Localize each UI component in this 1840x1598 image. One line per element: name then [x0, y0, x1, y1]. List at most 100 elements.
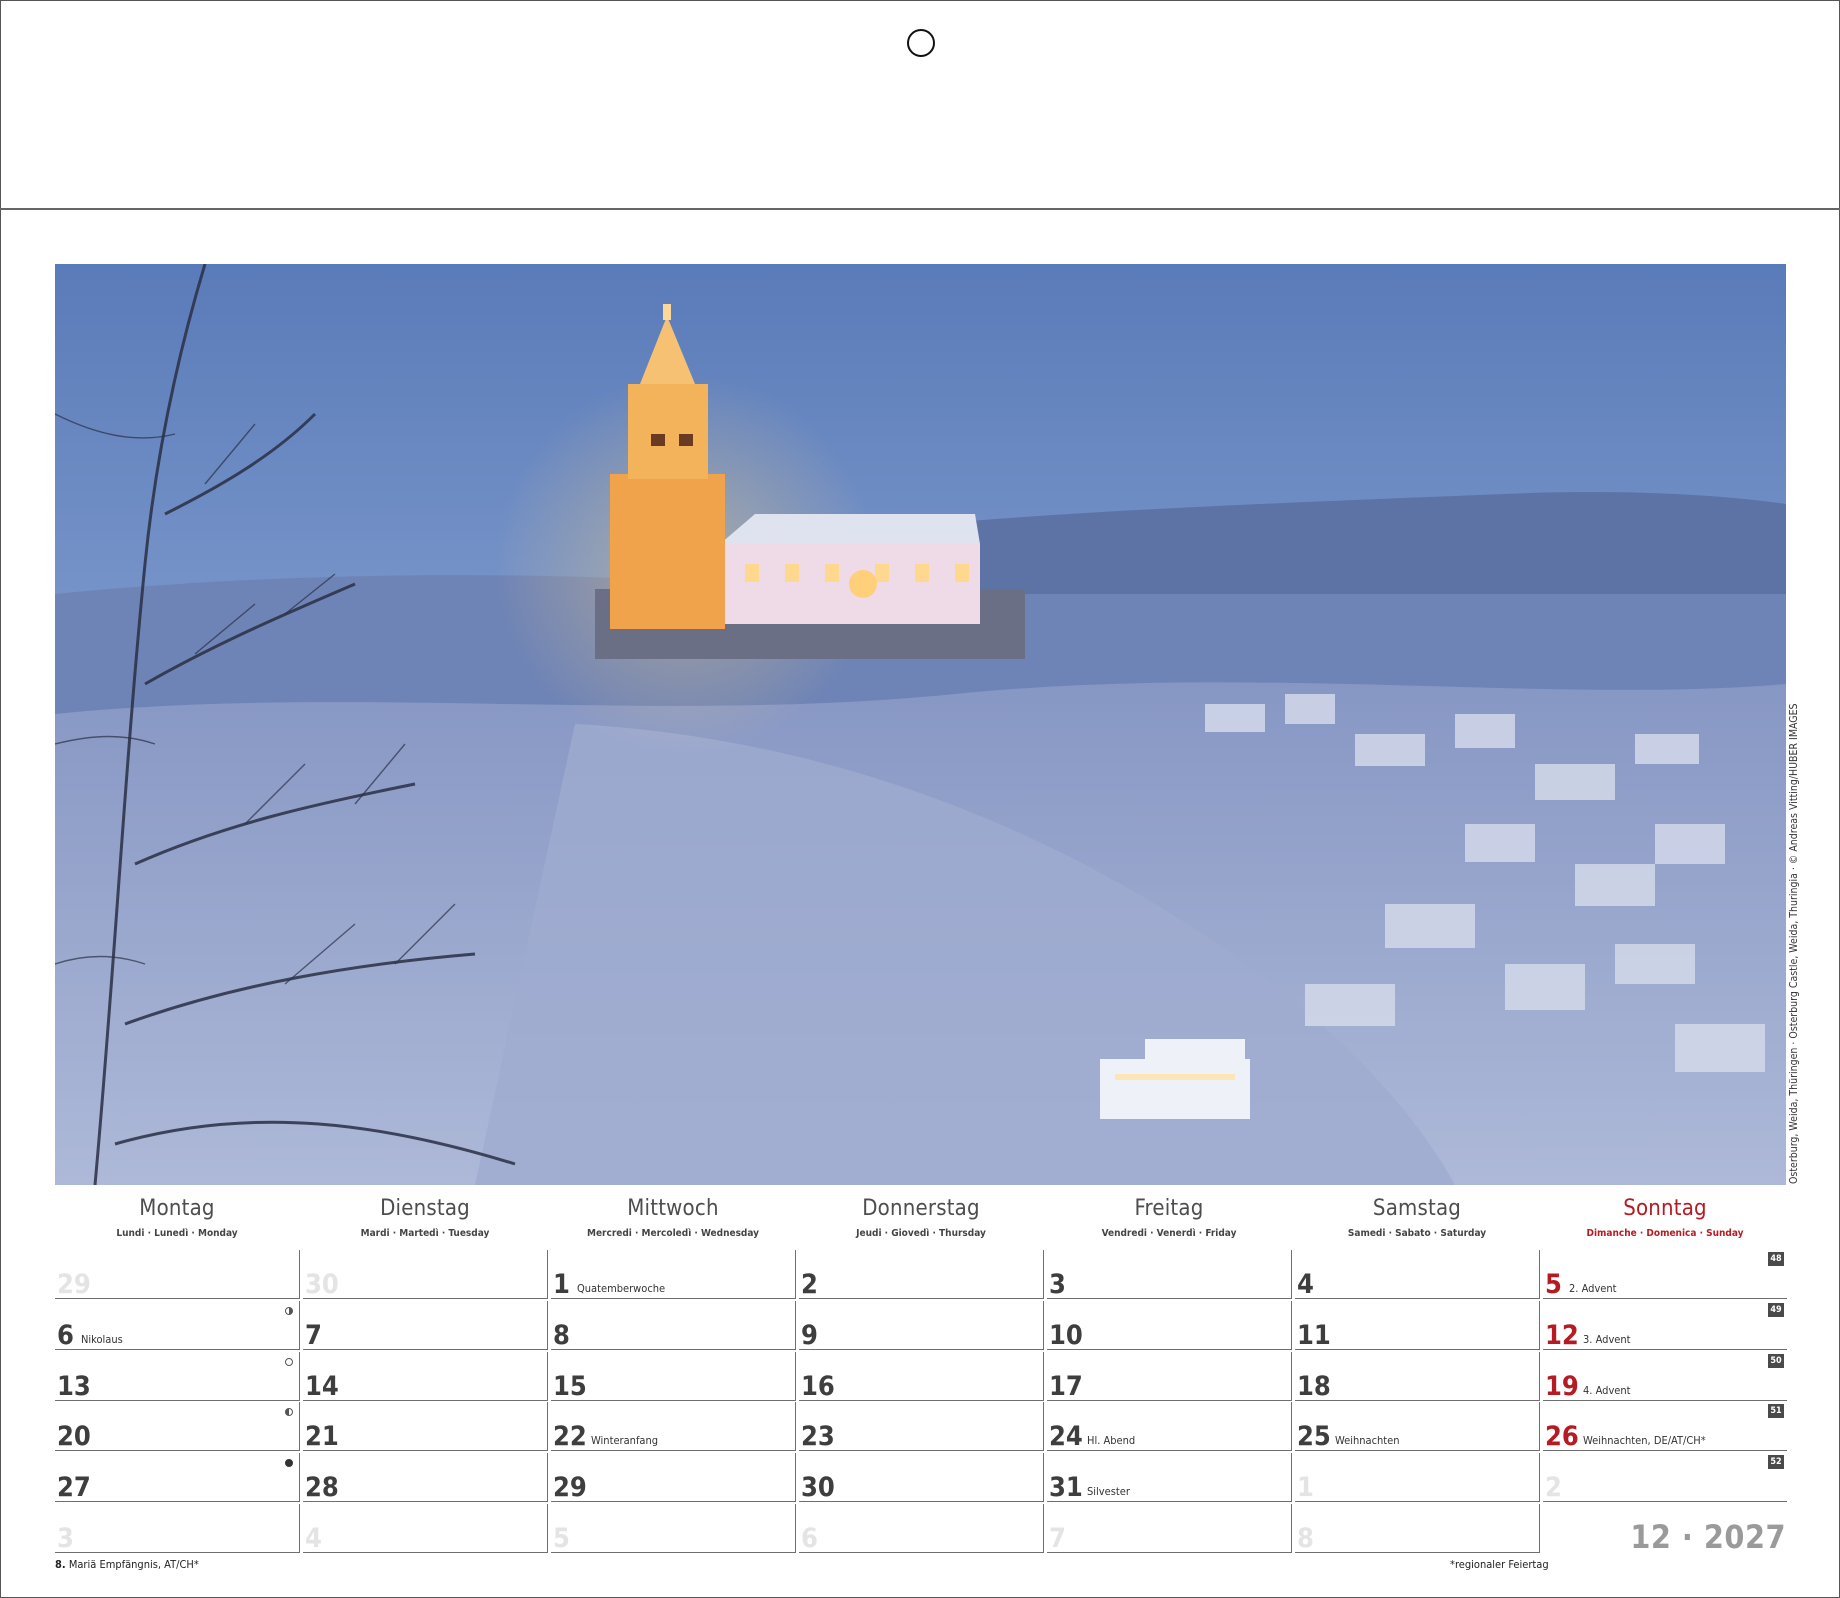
- day-note: Silvester: [1087, 1485, 1130, 1498]
- day-cell: 26 Weihnachten, DE/AT/CH* 51: [1543, 1402, 1787, 1451]
- day-number: 30: [305, 1269, 339, 1300]
- hanger-hole: [907, 29, 935, 57]
- day-number: 5: [553, 1523, 570, 1554]
- day-number: 1: [553, 1269, 570, 1300]
- day-number: 28: [305, 1472, 339, 1503]
- day-number: 6: [57, 1320, 74, 1351]
- day-cell: 6 Nikolaus: [55, 1301, 300, 1350]
- weekday-translations: Mardi · Martedì · Tuesday: [360, 1228, 490, 1239]
- footnote-holiday: 8. Mariä Empfängnis, AT/CH*: [55, 1558, 199, 1571]
- day-note: Winteranfang: [591, 1434, 659, 1447]
- day-cell: 1 Quatemberwoche: [551, 1250, 796, 1299]
- weekday-name: Sonntag: [1623, 1196, 1707, 1221]
- day-number: 25: [1297, 1421, 1331, 1452]
- day-number: 11: [1297, 1320, 1331, 1351]
- day-number: 27: [57, 1472, 91, 1503]
- day-note: 4. Advent: [1583, 1384, 1631, 1397]
- day-number: 4: [1297, 1269, 1314, 1300]
- day-cell: 7: [303, 1301, 548, 1350]
- day-note: Weihnachten, DE/AT/CH*: [1583, 1434, 1706, 1447]
- day-note: 3. Advent: [1583, 1333, 1631, 1346]
- day-number: 15: [553, 1371, 587, 1402]
- day-cell: 5 2. Advent 48: [1543, 1250, 1787, 1299]
- day-number: 12: [1545, 1320, 1579, 1351]
- photo-credit: Osterburg, Weida, Thüringen · Osterburg …: [1788, 703, 1800, 1184]
- weekday-header: Dienstag Mardi · Martedì · Tuesday: [303, 1196, 547, 1239]
- day-number: 5: [1545, 1269, 1562, 1300]
- day-cell: 28: [303, 1453, 548, 1502]
- day-cell: 9: [799, 1301, 1044, 1350]
- day-number: 7: [1049, 1523, 1066, 1554]
- day-note: Weihnachten: [1335, 1434, 1400, 1447]
- day-cell: 4: [303, 1504, 548, 1553]
- day-number: 19: [1545, 1371, 1579, 1402]
- day-number: 29: [553, 1472, 587, 1503]
- day-number: 2: [1545, 1472, 1562, 1503]
- day-number: 26: [1545, 1421, 1579, 1452]
- day-number: 3: [1049, 1269, 1066, 1300]
- month-year: 12 · 2027: [1630, 1518, 1786, 1556]
- day-number: 2: [801, 1269, 818, 1300]
- day-cell: 31 Silvester: [1047, 1453, 1292, 1502]
- day-cell: 3: [1047, 1250, 1292, 1299]
- weekday-translations: Jeudi · Giovedì · Thursday: [856, 1228, 986, 1239]
- day-number: 16: [801, 1371, 835, 1402]
- weekday-name: Mittwoch: [627, 1196, 719, 1221]
- day-cell: 10: [1047, 1301, 1292, 1350]
- winter-castle-photo: [55, 264, 1786, 1185]
- day-cell: 19 4. Advent 50: [1543, 1352, 1787, 1401]
- day-cell: 30: [799, 1453, 1044, 1502]
- week-number-badge: 48: [1768, 1252, 1784, 1266]
- weekday-name: Donnerstag: [862, 1196, 980, 1221]
- weekday-header: Freitag Vendredi · Venerdì · Friday: [1047, 1196, 1291, 1239]
- day-cell: 11: [1295, 1301, 1540, 1350]
- day-number: 3: [57, 1523, 74, 1554]
- moon-phase-icon: [285, 1459, 293, 1467]
- day-cell: 8: [1295, 1504, 1540, 1553]
- weekday-translations: Samedi · Sabato · Saturday: [1347, 1228, 1487, 1239]
- weekday-name: Dienstag: [380, 1196, 470, 1221]
- week-number-badge: 52: [1768, 1455, 1784, 1469]
- footnote-regional: *regionaler Feiertag: [1450, 1558, 1549, 1571]
- day-note: Quatemberwoche: [577, 1282, 666, 1295]
- day-cell: 15: [551, 1352, 796, 1401]
- day-number: 23: [801, 1421, 835, 1452]
- day-cell: 12 3. Advent 49: [1543, 1301, 1787, 1350]
- day-cell: 4: [1295, 1250, 1540, 1299]
- day-number: 20: [57, 1421, 91, 1452]
- day-number: 9: [801, 1320, 818, 1351]
- week-number-badge: 49: [1768, 1303, 1784, 1317]
- day-cell: 2: [799, 1250, 1044, 1299]
- day-cell: 3: [55, 1504, 300, 1553]
- day-cell: 21: [303, 1402, 548, 1451]
- day-cell: 27: [55, 1453, 300, 1502]
- day-note: Hl. Abend: [1087, 1434, 1136, 1447]
- footnote-holiday-day: 8.: [55, 1558, 66, 1571]
- day-number: 18: [1297, 1371, 1331, 1402]
- day-cell: 5: [551, 1504, 796, 1553]
- weekday-header: Donnerstag Jeudi · Giovedì · Thursday: [799, 1196, 1043, 1239]
- weekday-translations: Mercredi · Mercoledì · Wednesday: [586, 1228, 759, 1239]
- day-cell: 6: [799, 1504, 1044, 1553]
- weekday-header: Samstag Samedi · Sabato · Saturday: [1295, 1196, 1539, 1239]
- day-note: 2. Advent: [1569, 1282, 1617, 1295]
- weekday-name: Freitag: [1134, 1196, 1204, 1221]
- weekday-name: Samstag: [1372, 1196, 1462, 1221]
- day-cell: 16: [799, 1352, 1044, 1401]
- week-number-badge: 50: [1768, 1354, 1784, 1368]
- weekday-header: Montag Lundi · Lunedì · Monday: [55, 1196, 299, 1239]
- day-number: 29: [57, 1269, 91, 1300]
- day-number: 24: [1049, 1421, 1083, 1452]
- day-cell: 29: [55, 1250, 300, 1299]
- day-number: 30: [801, 1472, 835, 1503]
- weekday-name: Montag: [139, 1196, 215, 1221]
- day-cell: 2 52: [1543, 1453, 1787, 1502]
- footnote-holiday-text: Mariä Empfängnis, AT/CH*: [68, 1558, 199, 1571]
- weekday-header: Mittwoch Mercredi · Mercoledì · Wednesday: [551, 1196, 795, 1239]
- day-number: 8: [553, 1320, 570, 1351]
- calendar-header-strip: [0, 0, 1840, 210]
- day-cell: 1: [1295, 1453, 1540, 1502]
- day-number: 22: [553, 1421, 587, 1452]
- moon-phase-icon: [285, 1358, 293, 1366]
- day-cell: 13: [55, 1352, 300, 1401]
